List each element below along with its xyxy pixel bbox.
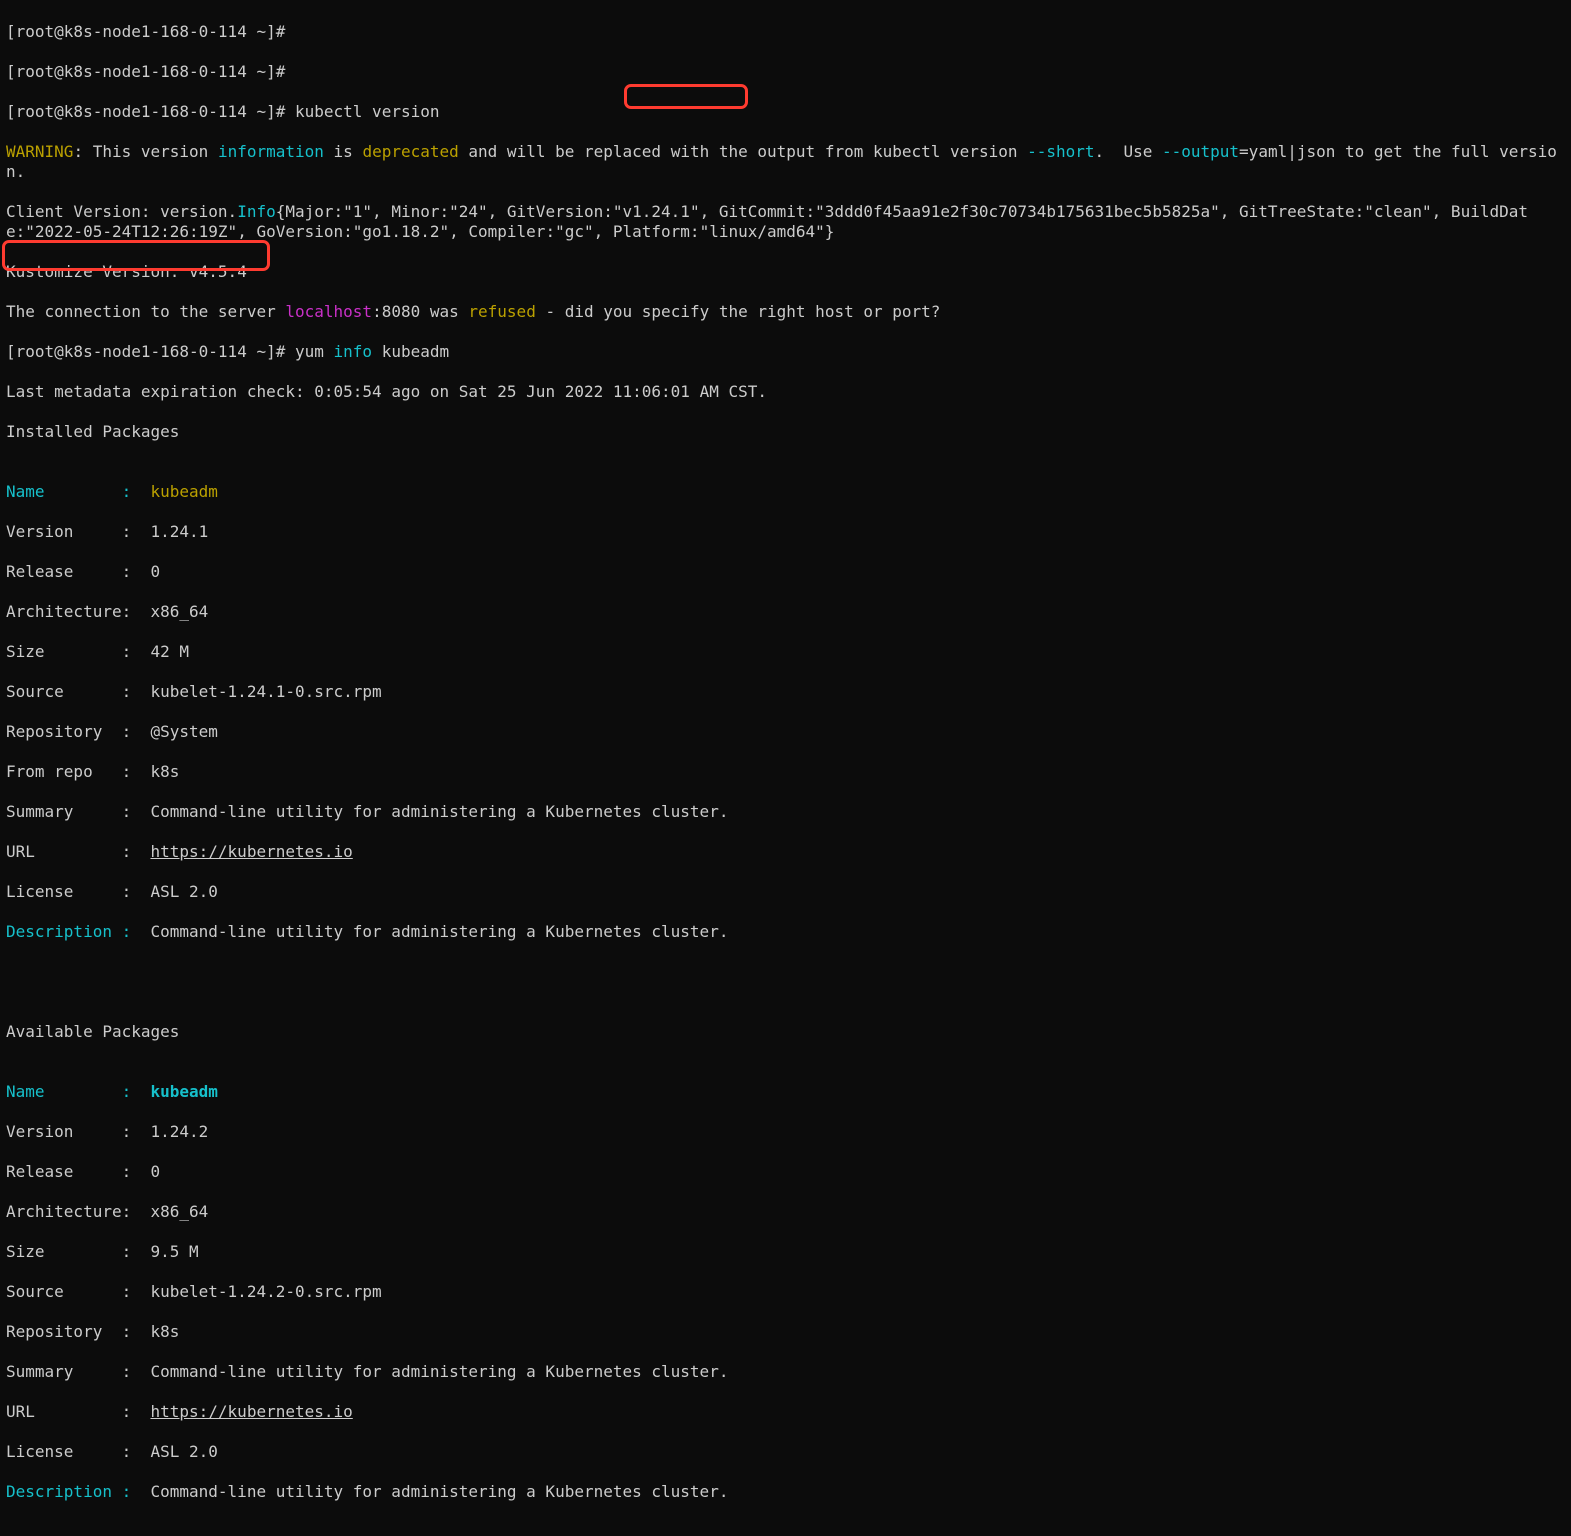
terminal-output[interactable]: [root@k8s-node1-168-0-114 ~]# [root@k8s-… — [0, 0, 1571, 1536]
kv-value: 42 M — [150, 642, 189, 661]
kv-value-url: https://kubernetes.io — [150, 842, 352, 861]
kv-key: URL — [6, 1402, 122, 1422]
refused-keyword: refused — [468, 302, 535, 321]
prompt-text: [root@k8s-node1-168-0-114 ~]# — [6, 22, 285, 41]
kv-row: Release: 0 — [6, 1162, 1565, 1182]
prompt-text: [root@k8s-node1-168-0-114 ~]# — [6, 102, 285, 121]
flag-output: --output — [1162, 142, 1239, 161]
hostname: localhost — [285, 302, 372, 321]
kv-key: Name — [6, 482, 122, 502]
blank-line — [6, 982, 1565, 1002]
kv-row: Summary: Command-line utility for admini… — [6, 1362, 1565, 1382]
installed-header: Installed Packages — [6, 422, 1565, 442]
prompt-text: [root@k8s-node1-168-0-114 ~]# — [6, 62, 285, 81]
kv-value: 0 — [150, 562, 160, 581]
kv-key: Name — [6, 1082, 122, 1102]
command-line: [root@k8s-node1-168-0-114 ~]# yum info k… — [6, 342, 1565, 362]
kv-key: Summary — [6, 1362, 122, 1382]
kv-row: Source: kubelet-1.24.1-0.src.rpm — [6, 682, 1565, 702]
kv-value-url: https://kubernetes.io — [150, 1402, 352, 1421]
yum-subcommand: info — [334, 342, 373, 361]
kv-value: kubeadm — [150, 482, 217, 501]
keyword-deprecated: deprecated — [362, 142, 458, 161]
warning-line: WARNING: This version information is dep… — [6, 142, 1565, 182]
kv-key: Source — [6, 682, 122, 702]
kv-value: x86_64 — [150, 1202, 208, 1221]
kv-key: License — [6, 882, 122, 902]
kv-key: Repository — [6, 1322, 122, 1342]
warning-label: WARNING — [6, 142, 73, 161]
kv-row: Repository: k8s — [6, 1322, 1565, 1342]
keyword-information: information — [218, 142, 324, 161]
kv-row: Architecture: x86_64 — [6, 1202, 1565, 1222]
kv-value: k8s — [150, 762, 179, 781]
prompt-line: [root@k8s-node1-168-0-114 ~]# — [6, 22, 1565, 42]
kv-key: From repo — [6, 762, 122, 782]
kv-row: From repo: k8s — [6, 762, 1565, 782]
flag-short: --short — [1027, 142, 1094, 161]
kv-value: Command-line utility for administering a… — [150, 802, 728, 821]
kv-value: kubeadm — [150, 1082, 217, 1101]
kv-value: Command-line utility for administering a… — [150, 922, 728, 941]
kustomize-line: Kustomize Version: v4.5.4 — [6, 262, 1565, 282]
kv-key: License — [6, 1442, 122, 1462]
kv-value: kubelet-1.24.1-0.src.rpm — [150, 682, 381, 701]
kv-value: 9.5 M — [150, 1242, 198, 1261]
metadata-line: Last metadata expiration check: 0:05:54 … — [6, 382, 1565, 402]
kv-row: Description: Command-line utility for ad… — [6, 922, 1565, 942]
kv-key: Architecture — [6, 1202, 122, 1222]
kv-row: Release: 0 — [6, 562, 1565, 582]
kv-value: k8s — [150, 1322, 179, 1341]
kv-row: License: ASL 2.0 — [6, 882, 1565, 902]
kv-key: Summary — [6, 802, 122, 822]
kv-row: Source: kubelet-1.24.2-0.src.rpm — [6, 1282, 1565, 1302]
kv-value: 1.24.1 — [150, 522, 208, 541]
command-text: kubectl version — [285, 102, 439, 121]
kv-row: Version: 1.24.2 — [6, 1122, 1565, 1142]
kv-row: URL: https://kubernetes.io — [6, 842, 1565, 862]
kv-row: Name: kubeadm — [6, 482, 1565, 502]
kv-row-version: Version: 1.24.1 — [6, 522, 1565, 542]
client-version-line: Client Version: version.Info{Major:"1", … — [6, 202, 1565, 242]
kv-row: Description: Command-line utility for ad… — [6, 1482, 1565, 1502]
kv-key: Size — [6, 1242, 122, 1262]
kv-row: Name: kubeadm — [6, 1082, 1565, 1102]
prompt-text: [root@k8s-node1-168-0-114 ~]# — [6, 342, 285, 361]
kv-key: Source — [6, 1282, 122, 1302]
command-line: [root@k8s-node1-168-0-114 ~]# kubectl ve… — [6, 102, 1565, 122]
kv-value: ASL 2.0 — [150, 882, 217, 901]
kv-row: Size: 42 M — [6, 642, 1565, 662]
prompt-line: [root@k8s-node1-168-0-114 ~]# — [6, 62, 1565, 82]
kv-row: Repository: @System — [6, 722, 1565, 742]
kv-key: Version — [6, 1122, 122, 1142]
kv-key: Version — [6, 522, 122, 542]
kv-key: Release — [6, 562, 122, 582]
gitversion-value: "v1.24.1", — [613, 202, 709, 221]
kv-key: Description — [6, 1482, 122, 1502]
kv-key: Description — [6, 922, 122, 942]
kv-value: ASL 2.0 — [150, 1442, 217, 1461]
kv-row: Architecture: x86_64 — [6, 602, 1565, 622]
kv-row: URL: https://kubernetes.io — [6, 1402, 1565, 1422]
connection-error-line: The connection to the server localhost:8… — [6, 302, 1565, 322]
kv-key: Size — [6, 642, 122, 662]
kv-key: Repository — [6, 722, 122, 742]
kv-value: Command-line utility for administering a… — [150, 1482, 728, 1501]
available-header: Available Packages — [6, 1022, 1565, 1042]
kv-value: kubelet-1.24.2-0.src.rpm — [150, 1282, 381, 1301]
kv-row: Summary: Command-line utility for admini… — [6, 802, 1565, 822]
kv-value: @System — [150, 722, 217, 741]
kv-value: x86_64 — [150, 602, 208, 621]
kv-value: 1.24.2 — [150, 1122, 208, 1141]
kv-value: 0 — [150, 1162, 160, 1181]
struct-info: Info — [237, 202, 276, 221]
kv-key: Release — [6, 1162, 122, 1182]
kv-row: License: ASL 2.0 — [6, 1442, 1565, 1462]
kv-key: Architecture — [6, 602, 122, 622]
kv-key: URL — [6, 842, 122, 862]
kv-row: Size: 9.5 M — [6, 1242, 1565, 1262]
kv-value: Command-line utility for administering a… — [150, 1362, 728, 1381]
